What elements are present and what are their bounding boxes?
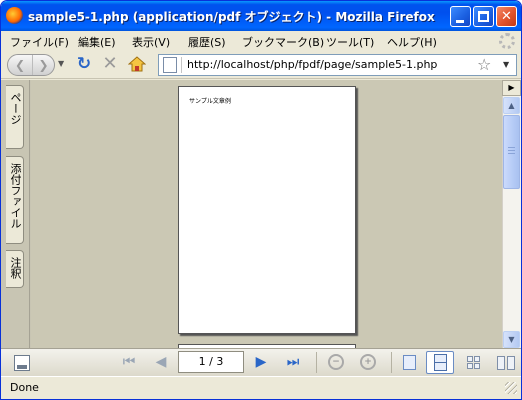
tab-pages[interactable]: ページ <box>6 85 24 149</box>
tab-attachments-label: 添付ファイル <box>9 163 22 229</box>
tab-annotations-label: 注釈 <box>9 257 22 279</box>
zoom-out-icon[interactable]: − <box>328 354 344 370</box>
close-button[interactable]: ✕ <box>496 6 517 27</box>
menu-view[interactable]: 表示(V) <box>132 34 170 50</box>
grid-view-icon[interactable] <box>467 356 481 370</box>
toolbar-separator <box>316 352 317 373</box>
last-page-icon[interactable]: ⏭ <box>282 353 304 371</box>
url-bar[interactable]: http://localhost/php/fpdf/page/sample5-1… <box>158 54 517 76</box>
grid-cell <box>474 356 480 362</box>
minimize-icon <box>456 20 464 23</box>
forward-arrow-icon: ❯ <box>38 58 49 72</box>
maximize-button[interactable] <box>473 6 494 27</box>
firefox-icon[interactable] <box>6 7 23 24</box>
forward-button[interactable]: ❯ <box>32 55 54 75</box>
scroll-up-button[interactable]: ▲ <box>503 97 520 114</box>
grid-cell <box>467 356 473 362</box>
continuous-view-icon <box>434 354 447 371</box>
window-title: sample5-1.php (application/pdf オブジェクト) -… <box>28 10 435 24</box>
continuous-view-button[interactable] <box>426 351 454 374</box>
scroll-down-button[interactable]: ▼ <box>503 331 520 348</box>
back-forward-group: ❮ ❯ <box>7 54 55 76</box>
next-page-icon[interactable]: ▶ <box>252 353 270 371</box>
menu-help[interactable]: ヘルプ(H) <box>387 34 437 50</box>
reload-icon[interactable]: ↻ <box>75 55 93 73</box>
facing-page-right <box>507 356 515 370</box>
save-icon-bar <box>17 365 27 369</box>
grip-line <box>508 147 515 148</box>
resize-grip[interactable] <box>505 382 517 394</box>
status-bar: Done <box>1 376 521 399</box>
facing-page-left <box>497 356 505 370</box>
scrollbar-thumb[interactable] <box>503 115 520 189</box>
history-dropdown-icon[interactable]: ▼ <box>58 59 64 68</box>
tab-attachments[interactable]: 添付ファイル <box>6 156 24 244</box>
menu-tools[interactable]: ツール(T) <box>326 34 374 50</box>
pdf-document-view[interactable]: サンプル文章例 <box>31 80 502 348</box>
maximize-icon <box>478 11 489 22</box>
throbber-icon <box>499 33 515 49</box>
grip-line <box>508 153 515 154</box>
back-arrow-icon: ❮ <box>14 58 26 72</box>
menu-bar: ファイル(F) 編集(E) 表示(V) 履歴(S) ブックマーク(B) ツール(… <box>1 31 521 51</box>
pdf-page-text: サンプル文章例 <box>189 98 231 105</box>
tab-pages-label: ページ <box>9 92 22 125</box>
menu-file[interactable]: ファイル(F) <box>10 34 69 50</box>
grip-line <box>508 150 515 151</box>
continuous-view-divider <box>434 362 447 363</box>
url-dropdown-icon[interactable]: ▼ <box>503 60 509 69</box>
previous-page-icon[interactable]: ◀ <box>152 353 170 371</box>
menu-edit[interactable]: 編集(E) <box>78 34 116 50</box>
close-icon: ✕ <box>501 9 512 24</box>
browser-window: sample5-1.php (application/pdf オブジェクト) -… <box>0 0 522 400</box>
minimize-button[interactable] <box>450 6 471 27</box>
page-icon <box>163 57 177 73</box>
stop-icon[interactable]: ✕ <box>101 55 119 73</box>
toolbar-separator <box>391 352 392 373</box>
tab-annotations[interactable]: 注釈 <box>6 250 24 288</box>
facing-pages-view-icon[interactable] <box>497 356 515 370</box>
menu-history[interactable]: 履歴(S) <box>188 34 226 50</box>
title-bar[interactable]: sample5-1.php (application/pdf オブジェクト) -… <box>1 1 521 31</box>
panel-toggle-icon[interactable]: ▶ <box>502 80 521 96</box>
pdf-page-1: サンプル文章例 <box>178 86 356 334</box>
url-text[interactable]: http://localhost/php/fpdf/page/sample5-1… <box>187 58 437 71</box>
menu-bookmarks[interactable]: ブックマーク(B) <box>242 34 324 50</box>
url-separator <box>181 57 182 73</box>
star-icon[interactable]: ☆ <box>477 55 491 75</box>
back-button[interactable]: ❮ <box>8 55 32 75</box>
first-page-icon[interactable]: ⏮ <box>120 353 138 371</box>
grid-cell <box>474 363 480 369</box>
home-icon[interactable] <box>127 55 147 73</box>
page-number-input[interactable]: 1 / 3 <box>178 351 244 373</box>
grid-cell <box>467 363 473 369</box>
zoom-in-icon[interactable]: + <box>360 354 376 370</box>
single-page-view-icon[interactable] <box>403 355 416 370</box>
status-text: Done <box>10 381 39 394</box>
save-icon[interactable] <box>14 355 30 371</box>
